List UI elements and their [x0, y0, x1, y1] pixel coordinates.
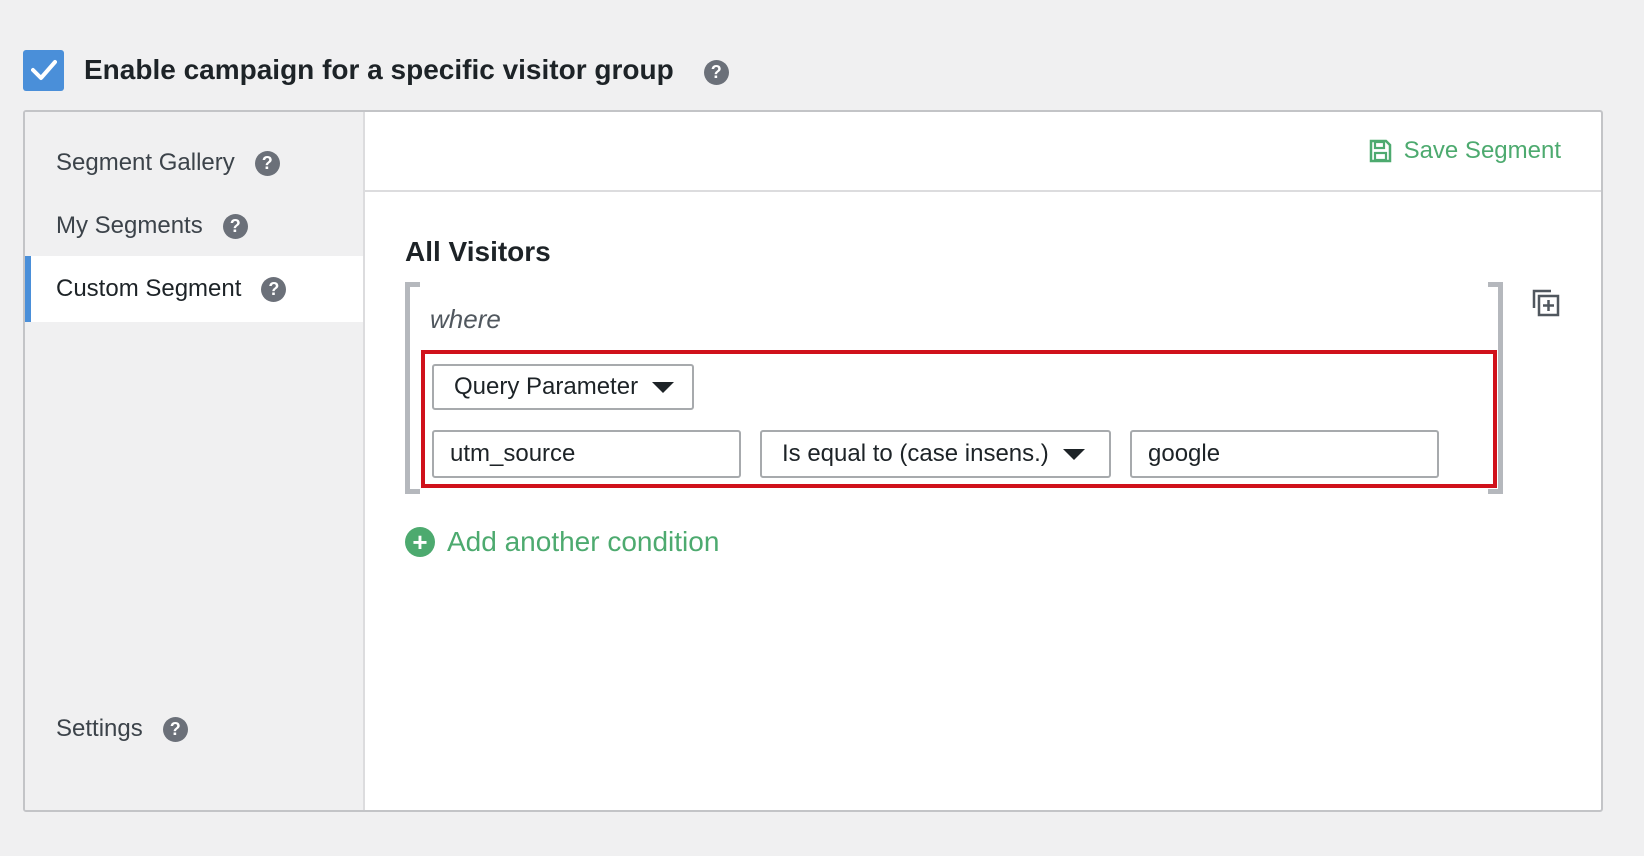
- match-value-input[interactable]: [1130, 430, 1439, 478]
- checkmark-icon: [30, 60, 57, 80]
- sidebar-item-settings[interactable]: Settings ?: [25, 696, 363, 762]
- save-segment-button[interactable]: Save Segment: [1368, 137, 1561, 165]
- segment-title: All Visitors: [405, 236, 551, 267]
- condition-type-select[interactable]: Query Parameter: [432, 364, 694, 410]
- sidebar-item-label: Settings: [56, 715, 143, 742]
- enable-label: Enable campaign for a specific visitor g…: [84, 54, 674, 85]
- operator-select[interactable]: Is equal to (case insens.): [760, 430, 1111, 478]
- sidebar-item-label: Segment Gallery: [56, 149, 235, 176]
- editor-toolbar: Save Segment: [365, 112, 1601, 192]
- save-segment-label: Save Segment: [1403, 137, 1561, 164]
- condition-type-value: Query Parameter: [454, 373, 639, 400]
- floppy-disk-icon: [1369, 139, 1391, 163]
- sidebar-item-custom-segment[interactable]: Custom Segment ?: [25, 256, 363, 322]
- plus-circle-icon: +: [405, 527, 435, 557]
- condition-group: where Query Parameter Is equal to (case …: [405, 282, 1503, 494]
- enable-visitor-group-row: Enable campaign for a specific visitor g…: [23, 49, 729, 91]
- help-icon[interactable]: ?: [162, 716, 188, 742]
- add-condition-label: Add another condition: [447, 526, 720, 557]
- duplicate-add-icon[interactable]: [1531, 288, 1561, 323]
- segment-editor: Save Segment All Visitors where Query Pa…: [365, 112, 1601, 810]
- chevron-down-icon: [1062, 448, 1085, 460]
- param-name-input[interactable]: [432, 430, 741, 478]
- help-icon[interactable]: ?: [254, 150, 280, 176]
- enable-checkbox[interactable]: [23, 49, 64, 91]
- where-label: where: [430, 304, 501, 334]
- chevron-down-icon: [652, 381, 675, 393]
- segment-panel: Segment Gallery ? My Segments ? Custom S…: [23, 110, 1603, 812]
- bracket-corner: [1488, 489, 1498, 494]
- bracket-corner: [1488, 282, 1498, 287]
- condition-highlight: Query Parameter Is equal to (case insens…: [421, 350, 1497, 488]
- help-icon[interactable]: ?: [222, 213, 248, 239]
- sidebar-item-label: Custom Segment: [56, 275, 242, 302]
- segment-sidebar: Segment Gallery ? My Segments ? Custom S…: [25, 112, 365, 810]
- help-icon[interactable]: ?: [703, 59, 729, 85]
- help-icon[interactable]: ?: [261, 276, 287, 302]
- operator-value: Is equal to (case insens.): [782, 440, 1049, 467]
- add-condition-button[interactable]: + Add another condition: [405, 526, 719, 558]
- sidebar-item-my-segments[interactable]: My Segments ?: [25, 193, 363, 259]
- sidebar-item-label: My Segments: [56, 212, 203, 239]
- sidebar-item-segment-gallery[interactable]: Segment Gallery ?: [25, 130, 363, 196]
